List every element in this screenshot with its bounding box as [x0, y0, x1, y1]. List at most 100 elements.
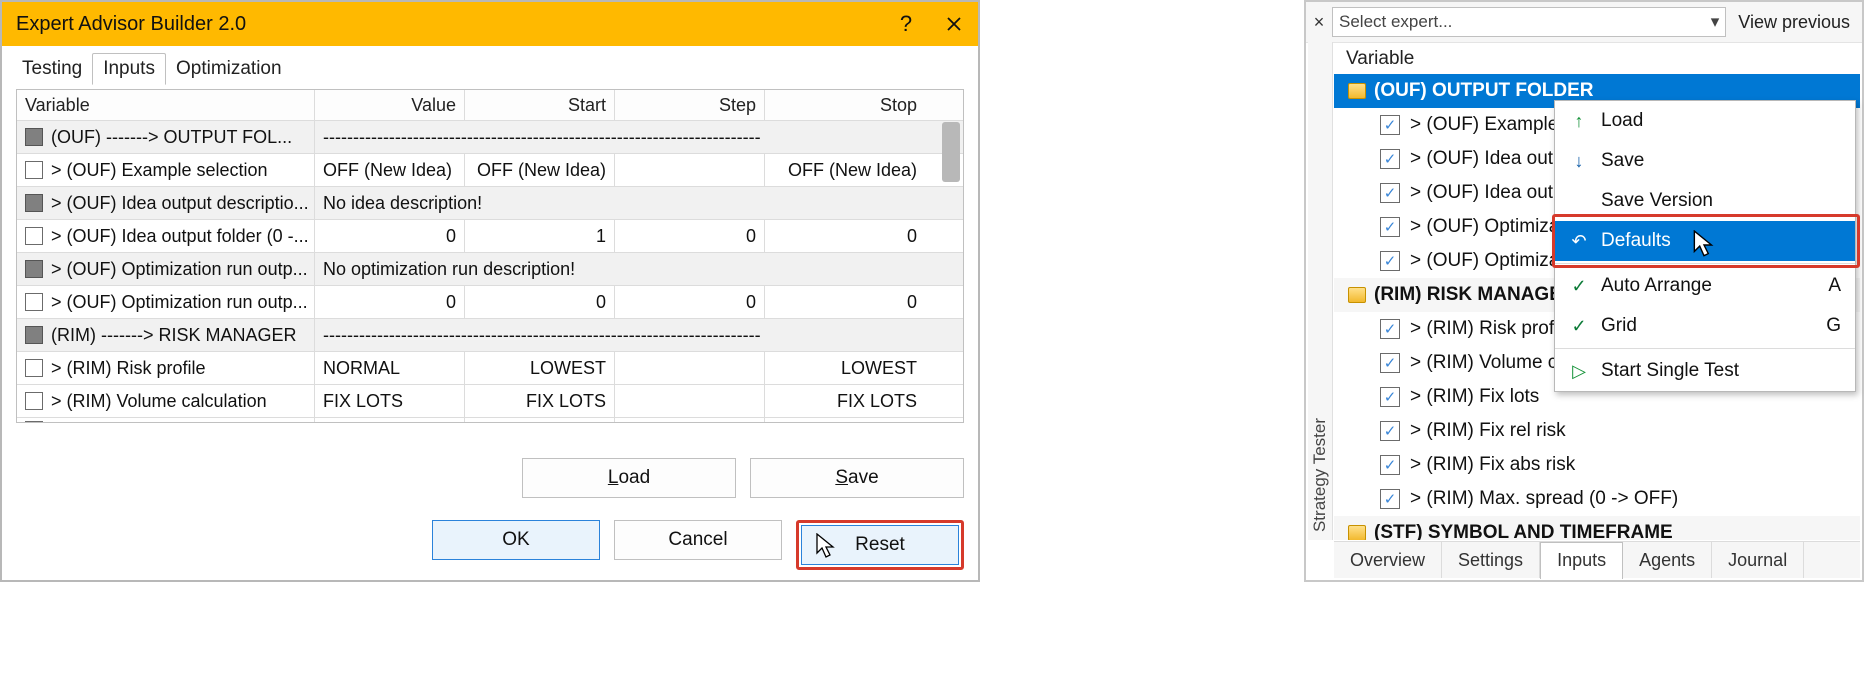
menu-start-single-test[interactable]: ▷Start Single Test — [1555, 351, 1855, 391]
table-row[interactable]: > (RIM) Risk profileNORMALLOWESTLOWEST — [17, 352, 963, 385]
load-button[interactable]: Load — [522, 458, 736, 498]
close-button[interactable] — [930, 2, 978, 46]
col-value[interactable]: Value — [315, 90, 465, 120]
cell-variable[interactable]: > (RIM) Risk profile — [17, 352, 315, 384]
cell-start[interactable]: 1.0 — [465, 418, 615, 423]
col-variable[interactable]: Variable — [17, 90, 315, 120]
tree-group[interactable]: (STF) SYMBOL AND TIMEFRAME — [1334, 516, 1860, 540]
tab-inputs[interactable]: Inputs — [92, 53, 166, 85]
ok-button[interactable]: OK — [432, 520, 600, 560]
tree-item[interactable]: ✓> (RIM) Fix rel risk — [1334, 414, 1860, 448]
cell-variable[interactable]: > (OUF) Example selection — [17, 154, 315, 186]
cell-start[interactable]: FIX LOTS — [465, 385, 615, 417]
table-row[interactable]: (OUF) -------> OUTPUT FOL...------------… — [17, 121, 963, 154]
cell-variable[interactable]: > (OUF) Optimization run outp... — [17, 253, 315, 285]
tree-checkbox[interactable]: ✓ — [1380, 183, 1400, 203]
row-checkbox[interactable] — [25, 161, 43, 179]
row-checkbox[interactable] — [25, 227, 43, 245]
table-row[interactable]: > (OUF) Optimization run outp...No optim… — [17, 253, 963, 286]
ttab-settings[interactable]: Settings — [1442, 542, 1540, 578]
row-checkbox[interactable] — [25, 326, 43, 344]
view-previous-button[interactable]: View previous — [1730, 12, 1858, 33]
inputs-grid[interactable]: Variable Value Start Step Stop (OUF) ---… — [16, 89, 964, 423]
cell-value[interactable]: No idea description! — [315, 187, 925, 219]
tree-checkbox[interactable]: ✓ — [1380, 421, 1400, 441]
table-row[interactable]: (RIM) -------> RISK MANAGER-------------… — [17, 319, 963, 352]
cell-start[interactable]: OFF (New Idea) — [465, 154, 615, 186]
row-checkbox[interactable] — [25, 260, 43, 278]
cell-stop[interactable]: FIX LOTS — [765, 385, 925, 417]
table-row[interactable]: > (OUF) Example selectionOFF (New Idea)O… — [17, 154, 963, 187]
cell-value[interactable]: ----------------------------------------… — [315, 121, 925, 153]
cell-stop[interactable]: 0 — [765, 286, 925, 318]
menu-load[interactable]: ↑Load — [1555, 101, 1855, 141]
cancel-button[interactable]: Cancel — [614, 520, 782, 560]
table-row[interactable]: > (OUF) Idea output folder (0 -...0100 — [17, 220, 963, 253]
menu-save-version[interactable]: Save Version — [1555, 181, 1855, 221]
tree-item[interactable]: ✓> (RIM) Fix abs risk — [1334, 448, 1860, 482]
cell-step[interactable] — [615, 385, 765, 417]
cell-step[interactable] — [615, 154, 765, 186]
menu-defaults[interactable]: ↶Defaults — [1555, 221, 1855, 261]
cell-start[interactable]: 1 — [465, 220, 615, 252]
row-checkbox[interactable] — [25, 194, 43, 212]
cell-val[interactable]: 0 — [315, 220, 465, 252]
tree-checkbox[interactable]: ✓ — [1380, 353, 1400, 373]
ttab-journal[interactable]: Journal — [1712, 542, 1804, 578]
cell-value[interactable]: No optimization run description! — [315, 253, 925, 285]
cell-variable[interactable]: (OUF) -------> OUTPUT FOL... — [17, 121, 315, 153]
row-checkbox[interactable] — [25, 293, 43, 311]
cell-step[interactable]: 0 — [615, 220, 765, 252]
cell-stop[interactable]: 0 — [765, 220, 925, 252]
ttab-overview[interactable]: Overview — [1334, 542, 1442, 578]
tree-checkbox[interactable]: ✓ — [1380, 387, 1400, 407]
menu-save[interactable]: ↓Save — [1555, 141, 1855, 181]
cell-start[interactable]: LOWEST — [465, 352, 615, 384]
cell-stop[interactable]: OFF (New Idea) — [765, 154, 925, 186]
cell-value[interactable]: ----------------------------------------… — [315, 319, 925, 351]
tree-item[interactable]: ✓> (RIM) Max. spread (0 -> OFF) — [1334, 482, 1860, 516]
cell-val[interactable]: 1.0 — [315, 418, 465, 423]
cell-step[interactable] — [615, 352, 765, 384]
col-step[interactable]: Step — [615, 90, 765, 120]
cell-val[interactable]: OFF (New Idea) — [315, 154, 465, 186]
scrollbar-thumb[interactable] — [942, 122, 960, 182]
cell-variable[interactable]: > (OUF) Idea output folder (0 -... — [17, 220, 315, 252]
cell-val[interactable]: FIX LOTS — [315, 385, 465, 417]
tree-header-variable[interactable]: Variable — [1334, 42, 1860, 74]
col-start[interactable]: Start — [465, 90, 615, 120]
cell-variable[interactable]: (RIM) -------> RISK MANAGER — [17, 319, 315, 351]
cell-variable[interactable]: > (RIM) Fix lots — [17, 418, 315, 423]
cell-variable[interactable]: > (OUF) Optimization run outp... — [17, 286, 315, 318]
cell-val[interactable]: NORMAL — [315, 352, 465, 384]
help-button[interactable]: ? — [882, 2, 930, 46]
table-row[interactable]: > (OUF) Optimization run outp...0000 — [17, 286, 963, 319]
save-button[interactable]: Save — [750, 458, 964, 498]
tree-checkbox[interactable]: ✓ — [1380, 217, 1400, 237]
cell-start[interactable]: 0 — [465, 286, 615, 318]
ttab-agents[interactable]: Agents — [1623, 542, 1712, 578]
expert-select[interactable]: Select expert... ▾ — [1332, 7, 1726, 37]
row-checkbox[interactable] — [25, 392, 43, 410]
cell-step[interactable]: 0 — [615, 286, 765, 318]
menu-grid[interactable]: ✓Grid G — [1555, 306, 1855, 346]
ttab-inputs[interactable]: Inputs — [1540, 542, 1623, 579]
tree-checkbox[interactable]: ✓ — [1380, 319, 1400, 339]
tab-optimization[interactable]: Optimization — [166, 54, 292, 84]
table-row[interactable]: > (RIM) Fix lots1.01.00.00.0 — [17, 418, 963, 423]
cell-val[interactable]: 0 — [315, 286, 465, 318]
row-checkbox[interactable] — [25, 421, 43, 423]
cell-variable[interactable]: > (RIM) Volume calculation — [17, 385, 315, 417]
row-checkbox[interactable] — [25, 128, 43, 146]
table-row[interactable]: > (OUF) Idea output descriptio...No idea… — [17, 187, 963, 220]
menu-auto-arrange[interactable]: ✓Auto Arrange A — [1555, 266, 1855, 306]
dialog-titlebar[interactable]: Expert Advisor Builder 2.0 ? — [2, 2, 978, 46]
table-row[interactable]: > (RIM) Volume calculationFIX LOTSFIX LO… — [17, 385, 963, 418]
tab-testing[interactable]: Testing — [12, 54, 92, 84]
tree-checkbox[interactable]: ✓ — [1380, 115, 1400, 135]
cell-stop[interactable]: 0.0 — [765, 418, 925, 423]
tree-checkbox[interactable]: ✓ — [1380, 149, 1400, 169]
side-tab-strategy-tester[interactable]: Strategy Tester — [1308, 42, 1333, 540]
tree-checkbox[interactable]: ✓ — [1380, 489, 1400, 509]
cell-step[interactable]: 0.0 — [615, 418, 765, 423]
